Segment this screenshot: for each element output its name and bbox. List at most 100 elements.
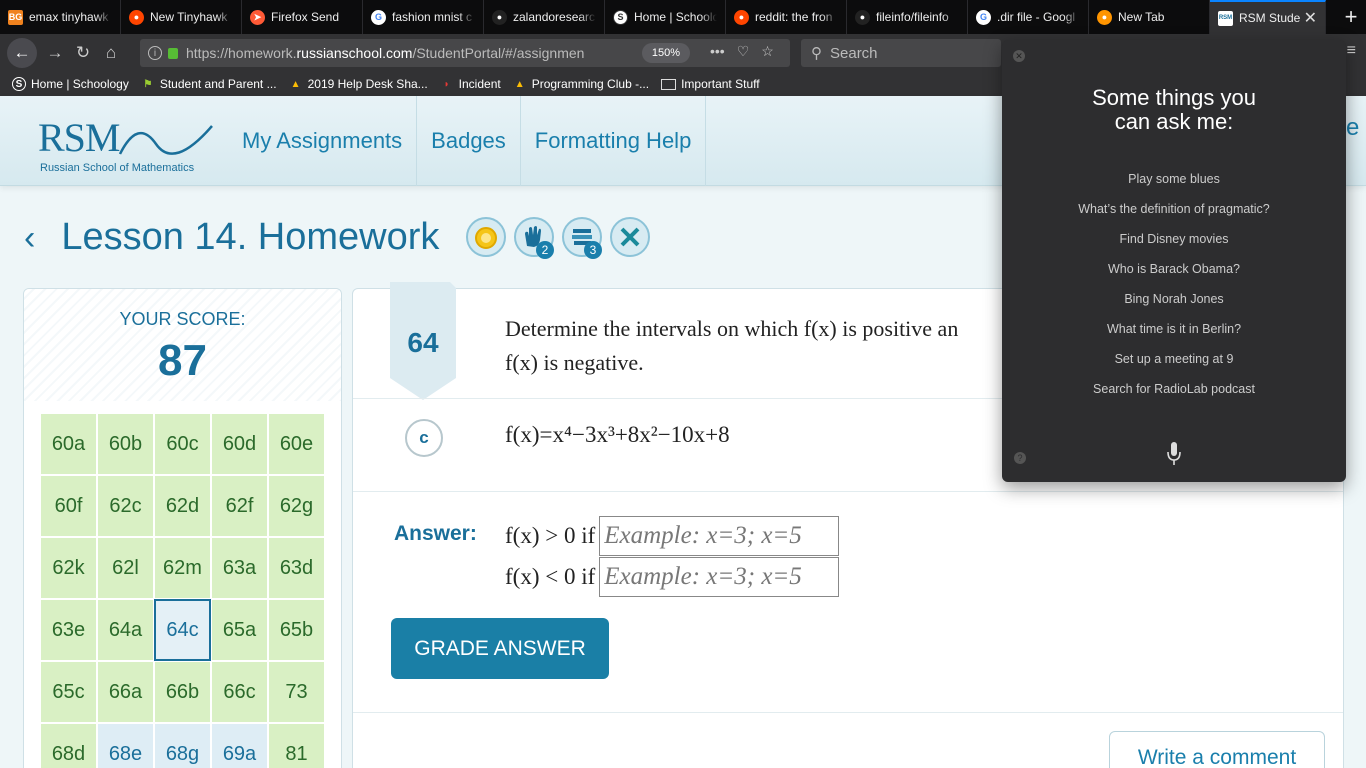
problem-cell[interactable]: 60a (40, 413, 97, 475)
problem-cell[interactable]: 63a (211, 537, 268, 599)
problem-cell[interactable]: 73 (268, 661, 325, 723)
pocket-icon[interactable]: ♡ (737, 43, 750, 60)
problem-cell[interactable]: 65c (40, 661, 97, 723)
problem-cell[interactable]: 62d (154, 475, 211, 537)
suggestion-item[interactable]: What time is it in Berlin? (1002, 321, 1346, 351)
problem-cell[interactable]: 81 (268, 723, 325, 768)
reload-icon[interactable]: ↻ (69, 39, 97, 67)
problem-cell[interactable]: 65a (211, 599, 268, 661)
problem-cell[interactable]: 66c (211, 661, 268, 723)
main-nav: My Assignments Badges Formatting Help (228, 96, 707, 186)
score-card: YOUR SCORE: 87 60a 60b 60c 60d 60e 60f 62c 62d 6… (23, 288, 342, 768)
problem-cell[interactable]: 60f (40, 475, 97, 537)
tab-rsm-student[interactable]: RSMRSM Studen✕ (1210, 0, 1326, 34)
home-icon[interactable]: ⌂ (97, 39, 125, 67)
reddit-icon: ● (129, 9, 144, 25)
url-bar[interactable]: i https://homework.russianschool.com/Stu… (140, 39, 790, 67)
new-tab-button[interactable]: + (1336, 0, 1366, 34)
suggestion-item[interactable]: Play some blues (1002, 171, 1346, 201)
bookmark-item[interactable]: ⚑ Student and Parent ... (141, 77, 276, 91)
google-icon: G (371, 9, 386, 25)
hamburger-menu-icon[interactable]: ≡ (1347, 42, 1356, 60)
close-icon[interactable]: ✕ (1013, 50, 1025, 62)
write-comment-button[interactable]: Write a comment (1109, 731, 1325, 768)
badge-count: 2 (536, 241, 554, 259)
tab-emax[interactable]: BG emax tinyhawk (0, 0, 121, 34)
help-icon[interactable]: ? (1014, 452, 1026, 464)
part-label: c (405, 419, 443, 457)
problem-cell[interactable]: 62k (40, 537, 97, 599)
tab-fashion-mnist[interactable]: Gfashion mnist c (363, 0, 484, 34)
nav-formatting-help[interactable]: Formatting Help (521, 96, 707, 186)
negative-interval-input[interactable]: Example: x=3; x=5 (599, 557, 840, 597)
problem-cell[interactable]: 66b (154, 661, 211, 723)
problem-cell[interactable]: 63d (268, 537, 325, 599)
tab-fileinfo[interactable]: ● fileinfo/fileinfo (847, 0, 968, 34)
problem-cell[interactable]: 60c (154, 413, 211, 475)
problem-cell[interactable]: 62f (211, 475, 268, 537)
bookmark-item[interactable]: ◗ Incident (440, 77, 501, 91)
search-input[interactable]: ⚲ Search (801, 39, 1001, 67)
books-badge-icon[interactable]: 3 (562, 217, 602, 259)
tools-badge-icon[interactable] (610, 217, 650, 257)
bookmark-item[interactable]: S Home | Schoology (12, 77, 129, 91)
problem-cell[interactable]: 60b (97, 413, 154, 475)
problem-cell[interactable]: 64a (97, 599, 154, 661)
bookmark-folder[interactable]: Important Stuff (661, 77, 760, 91)
problem-cell[interactable]: 68e (97, 723, 154, 768)
problem-cell[interactable]: 64c (154, 599, 211, 661)
suggestion-item[interactable]: Search for RadioLab podcast (1002, 381, 1346, 411)
problem-cell[interactable]: 66a (97, 661, 154, 723)
tab-new-tab[interactable]: ● New Tab (1089, 0, 1210, 34)
tab-new-tinyhawk[interactable]: ● New Tinyhawk (121, 0, 242, 34)
nav-my-assignments[interactable]: My Assignments (228, 96, 418, 186)
zoom-level[interactable]: 150% (642, 43, 690, 63)
suggestion-item[interactable]: Find Disney movies (1002, 231, 1346, 261)
problem-cell[interactable]: 63e (40, 599, 97, 661)
hand-badge-icon[interactable]: 2 (514, 217, 554, 259)
schoology-icon: S (12, 77, 26, 91)
tab-reddit[interactable]: ● reddit: the fron (726, 0, 847, 34)
google-drive-icon: ▲ (514, 78, 525, 90)
suggestion-item[interactable]: Who is Barack Obama? (1002, 261, 1346, 291)
positive-interval-input[interactable]: Example: x=3; x=5 (599, 516, 840, 556)
grade-answer-button[interactable]: GRADE ANSWER (391, 618, 609, 679)
tab-zalando[interactable]: ● zalandoresearc (484, 0, 605, 34)
problem-cell[interactable]: 69a (211, 723, 268, 768)
bookmark-item[interactable]: ▲ 2019 Help Desk Sha... (289, 77, 428, 91)
bookmark-item[interactable]: ▲ Programming Club -... (513, 77, 649, 91)
suggestion-item[interactable]: Set up a meeting at 9 (1002, 351, 1346, 381)
tab-firefox-send[interactable]: ➤ Firefox Send (242, 0, 363, 34)
problem-cell[interactable]: 62l (97, 537, 154, 599)
close-icon[interactable]: ✕ (1304, 8, 1317, 28)
voice-assistant-panel: ✕ Some things you can ask me: Play some … (1002, 40, 1346, 482)
bookmark-star-icon[interactable]: ☆ (761, 43, 774, 60)
problem-cell[interactable]: 68d (40, 723, 97, 768)
suggestion-list: Play some blues What’s the definition of … (1002, 171, 1346, 411)
servicenow-icon: ◗ (443, 78, 450, 90)
problem-cell[interactable]: 65b (268, 599, 325, 661)
page-title: Lesson 14. Homework (61, 216, 440, 258)
nav-badges[interactable]: Badges (417, 96, 521, 186)
suggestion-item[interactable]: What’s the definition of pragmatic? (1002, 201, 1346, 231)
problem-cell[interactable]: 62g (268, 475, 325, 537)
problem-cell[interactable]: 62m (154, 537, 211, 599)
url-text[interactable]: https://homework.russianschool.com/Stude… (186, 45, 606, 61)
problem-cell[interactable]: 60e (268, 413, 325, 475)
more-actions-icon[interactable]: ••• (710, 43, 725, 60)
medal-badge-icon[interactable] (466, 217, 506, 257)
tab-dir-file[interactable]: G .dir file - Googl (968, 0, 1089, 34)
suggestion-item[interactable]: Bing Norah Jones (1002, 291, 1346, 321)
microphone-icon[interactable] (1167, 441, 1181, 467)
back-chevron-icon[interactable]: ‹ (24, 221, 35, 255)
problem-cell[interactable]: 62c (97, 475, 154, 537)
tab-schoology[interactable]: S Home | Schoolo (605, 0, 726, 34)
back-arrow-icon[interactable]: ← (7, 38, 37, 68)
problem-cell[interactable]: 68g (154, 723, 211, 768)
forward-arrow-icon[interactable]: → (41, 39, 69, 67)
badge-count: 3 (584, 241, 602, 259)
info-icon[interactable]: i (148, 46, 162, 60)
answer-row-negative: f(x) < 0 if Example: x=3; x=5 (505, 557, 840, 597)
rsm-logo[interactable]: RSM Russian School of Mathematics (38, 114, 213, 174)
problem-cell[interactable]: 60d (211, 413, 268, 475)
